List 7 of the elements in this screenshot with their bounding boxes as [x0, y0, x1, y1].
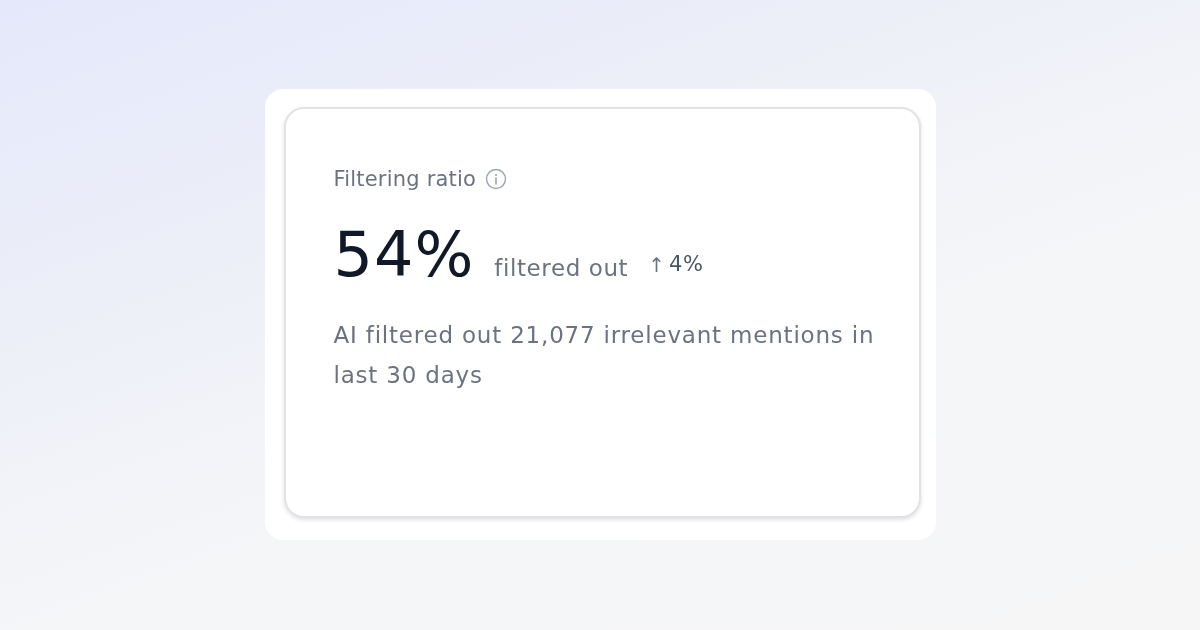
card-title: Filtering ratio: [333, 166, 477, 193]
trend-arrow: ↑: [648, 252, 665, 279]
info-icon: [485, 168, 508, 190]
change-value: 4%: [669, 251, 704, 278]
metric-caption: filtered out: [494, 254, 629, 283]
metric-value: 54%: [333, 219, 475, 291]
metric-description: AI filtered out 21,077 irrelevant mentions in last 30 days: [333, 321, 876, 390]
